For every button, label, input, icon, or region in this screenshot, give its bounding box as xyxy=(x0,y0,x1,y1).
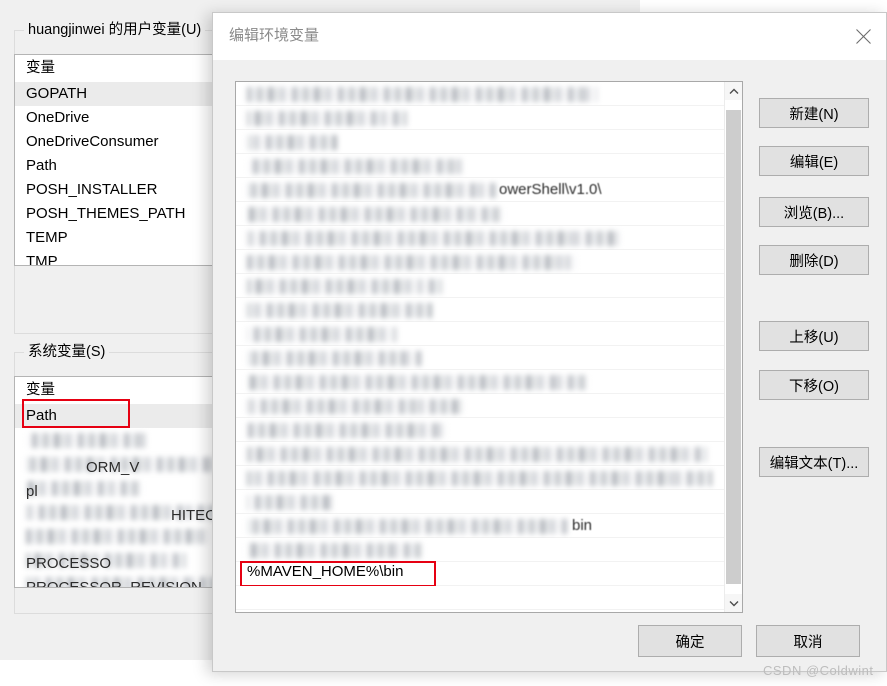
dialog-titlebar: 编辑环境变量 xyxy=(213,13,886,60)
path-entry-row[interactable] xyxy=(236,322,742,346)
delete-button[interactable]: 删除(D) xyxy=(759,245,869,275)
path-list-scroll-thumb[interactable] xyxy=(726,110,741,584)
path-entry-row[interactable] xyxy=(236,418,742,442)
cancel-button[interactable]: 取消 xyxy=(756,625,860,657)
path-entry-row[interactable] xyxy=(236,586,742,610)
ok-button[interactable]: 确定 xyxy=(638,625,742,657)
chevron-up-icon[interactable] xyxy=(725,82,742,100)
path-entry-row[interactable] xyxy=(236,346,742,370)
close-icon[interactable] xyxy=(840,13,886,59)
path-entries-listbox[interactable]: owerShell\v1.0\ bin %MAVEN_HOME%\bin xyxy=(235,81,743,613)
path-entry-row[interactable] xyxy=(236,466,742,490)
path-entry-row[interactable] xyxy=(236,226,742,250)
move-up-button[interactable]: 上移(U) xyxy=(759,321,869,351)
path-entry-row[interactable] xyxy=(236,538,742,562)
path-entries-rows[interactable]: owerShell\v1.0\ bin %MAVEN_HOME%\bin xyxy=(236,82,742,610)
partially-visible-text: PROCESSOR_REVISION xyxy=(26,579,202,588)
path-entry-row[interactable] xyxy=(236,370,742,394)
path-entry-row[interactable] xyxy=(236,490,742,514)
edit-button[interactable]: 编辑(E) xyxy=(759,146,869,176)
path-list-scrollbar[interactable] xyxy=(724,82,742,612)
path-entry-row[interactable] xyxy=(236,202,742,226)
path-entry-row[interactable] xyxy=(236,154,742,178)
path-entry-row[interactable] xyxy=(236,130,742,154)
path-entry-row[interactable] xyxy=(236,394,742,418)
path-entry-row[interactable] xyxy=(236,298,742,322)
path-entry-row[interactable]: %MAVEN_HOME%\bin xyxy=(236,561,742,587)
new-button[interactable]: 新建(N) xyxy=(759,98,869,128)
path-entry-row[interactable] xyxy=(236,82,742,106)
edit-text-button[interactable]: 编辑文本(T)... xyxy=(759,447,869,477)
partially-visible-text: bin xyxy=(572,517,593,534)
path-entry-row[interactable]: owerShell\v1.0\ xyxy=(236,178,742,202)
path-entry-row[interactable] xyxy=(236,442,742,466)
path-entry-row[interactable] xyxy=(236,106,742,130)
user-variables-legend: huangjinwei 的用户变量(U) xyxy=(24,22,206,38)
path-entry-row[interactable]: bin xyxy=(236,514,742,538)
edit-environment-variable-dialog: 编辑环境变量 owerShell\v1.0\ bin %MAVEN_HOME%\bi… xyxy=(212,12,887,678)
path-entry-row[interactable] xyxy=(236,250,742,274)
dialog-title: 编辑环境变量 xyxy=(229,27,320,44)
system-variables-legend: 系统变量(S) xyxy=(24,344,110,360)
partially-visible-text: owerShell\v1.0\ xyxy=(499,181,602,198)
move-down-button[interactable]: 下移(O) xyxy=(759,370,869,400)
browse-button[interactable]: 浏览(B)... xyxy=(759,197,869,227)
path-entry-text: %MAVEN_HOME%\bin xyxy=(247,563,404,580)
chevron-down-icon[interactable] xyxy=(725,594,742,612)
watermark-text: CSDN @Coldwint xyxy=(763,663,874,678)
path-entry-row[interactable] xyxy=(236,274,742,298)
